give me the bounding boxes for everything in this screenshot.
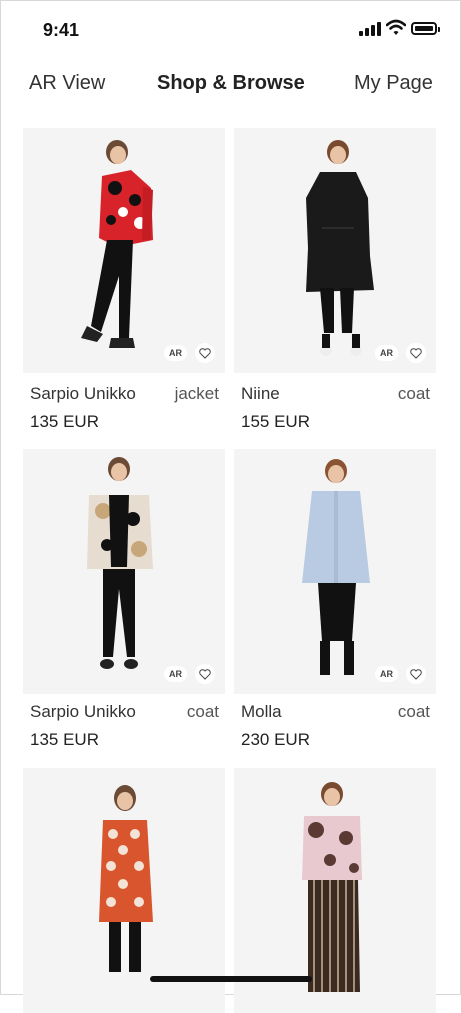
product-image[interactable]: AR xyxy=(234,128,436,373)
ar-badge[interactable]: AR xyxy=(375,345,398,361)
product-image[interactable]: AR xyxy=(23,128,225,373)
product-image[interactable]: AR xyxy=(23,449,225,694)
model-figure xyxy=(81,140,153,348)
home-indicator[interactable] xyxy=(150,976,312,982)
product-price: 135 EUR xyxy=(30,730,99,749)
ar-badge[interactable]: AR xyxy=(164,666,187,682)
product-category: jacket xyxy=(174,384,219,403)
model-figure xyxy=(306,140,374,356)
wifi-icon xyxy=(386,19,406,35)
heart-icon[interactable] xyxy=(406,343,426,363)
status-bar: 9:41 xyxy=(0,0,461,60)
heart-icon[interactable] xyxy=(195,343,215,363)
tab-ar-view[interactable]: AR View xyxy=(29,72,105,95)
heart-icon[interactable] xyxy=(195,664,215,684)
model-figure xyxy=(302,459,370,675)
product-category: coat xyxy=(186,702,219,721)
product-price: 230 EUR xyxy=(241,730,310,749)
product-name: Molla xyxy=(241,702,282,721)
heart-icon[interactable] xyxy=(406,664,426,684)
top-tab-bar: AR View Shop & Browse My Page xyxy=(0,60,461,110)
product-name: Sarpio Unikko xyxy=(30,702,136,721)
ar-badge[interactable]: AR xyxy=(375,666,398,682)
cellular-signal-icon xyxy=(359,22,383,36)
product-category: coat xyxy=(397,384,430,403)
product-category: coat xyxy=(397,702,430,721)
product-price: 135 EUR xyxy=(30,412,99,431)
ar-badge[interactable]: AR xyxy=(164,345,187,361)
status-time: 9:41 xyxy=(43,20,80,40)
product-image[interactable]: AR xyxy=(234,449,436,694)
model-figure xyxy=(87,457,153,669)
product-name: Niine xyxy=(241,384,280,403)
battery-icon xyxy=(411,22,440,35)
tab-my-page[interactable]: My Page xyxy=(354,72,433,95)
product-price: 155 EUR xyxy=(241,412,310,431)
tab-shop-browse[interactable]: Shop & Browse xyxy=(157,72,305,95)
product-name: Sarpio Unikko xyxy=(30,384,136,403)
